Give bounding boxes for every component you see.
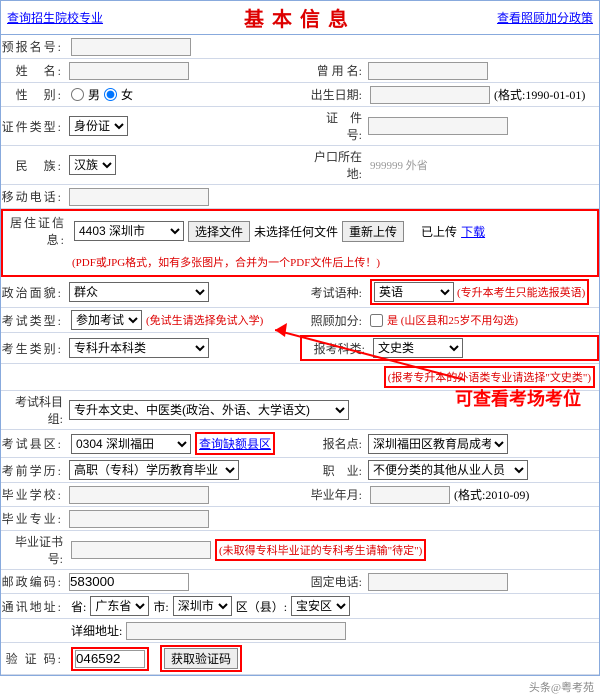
phone-label: 固定电话: — [300, 573, 368, 590]
exam-lang-select[interactable]: 英语 — [374, 282, 454, 302]
prereg-value — [71, 38, 191, 56]
city-select[interactable]: 深圳市 — [173, 596, 232, 616]
residence-city-select[interactable]: 4403 深圳市 — [74, 221, 184, 241]
lang-hint: (专升本考生只能选报英语) — [457, 284, 585, 300]
uploaded-text: 已上传 — [421, 223, 457, 240]
phone-input[interactable] — [368, 573, 508, 591]
exam-type-label: 考试类型: — [1, 312, 69, 329]
address-label: 通讯地址: — [1, 598, 69, 615]
political-label: 政治面貌: — [1, 284, 69, 301]
grad-cert-input[interactable] — [71, 541, 211, 559]
pre-edu-label: 考前学历: — [1, 462, 69, 479]
ethnic-select[interactable]: 汉族 — [69, 155, 116, 175]
query-district-link[interactable]: 查询缺额县区 — [199, 435, 271, 452]
pre-edu-select[interactable]: 高职（专科）学历教育毕业 — [69, 460, 239, 480]
captcha-label: 验 证 码: — [1, 650, 69, 667]
mobile-input[interactable] — [69, 188, 209, 206]
subject-group-select[interactable]: 专升本文史、中医类(政治、外语、大学语文) — [69, 400, 349, 420]
grad-major-input[interactable] — [69, 510, 209, 528]
page-title: 基本信息 — [103, 3, 497, 32]
exam-district-label: 考试县区: — [1, 435, 69, 452]
get-code-button[interactable]: 获取验证码 — [164, 648, 238, 669]
prereg-label: 预报名号: — [1, 38, 69, 55]
alias-input[interactable] — [368, 62, 488, 80]
footer-credit: 头条@粤考苑 — [0, 676, 600, 698]
province-select[interactable]: 广东省 — [90, 596, 149, 616]
idtype-label: 证件类型: — [1, 118, 69, 135]
postcode-label: 邮政编码: — [1, 573, 69, 590]
gender-male-radio[interactable] — [71, 88, 84, 101]
download-link[interactable]: 下载 — [461, 223, 485, 240]
gender-female-radio[interactable] — [104, 88, 117, 101]
subject-group-label: 考试科目组: — [1, 393, 69, 427]
grad-major-label: 毕业专业: — [1, 510, 69, 527]
county-select[interactable]: 宝安区 — [291, 596, 350, 616]
exam-type-select[interactable]: 参加考试 — [71, 310, 142, 330]
alias-label: 曾 用 名: — [300, 62, 368, 79]
occupation-label: 职 业: — [300, 462, 368, 479]
idno-input[interactable] — [368, 117, 508, 135]
grad-date-hint: (格式:2010-09) — [454, 486, 529, 503]
birth-label: 出生日期: — [300, 86, 368, 103]
residence-label: 居住证信息: — [4, 214, 72, 248]
grad-date-input[interactable] — [370, 486, 450, 504]
census-label: 户口所在地: — [300, 148, 368, 182]
residence-hint: (PDF或JPG格式，如有多张图片，合并为一个PDF文件后上传！) — [72, 254, 380, 270]
grad-cert-label: 毕业证书号: — [1, 533, 69, 567]
detail-addr-label: 详细地址: — [71, 622, 122, 639]
cert-hint: (未取得专科毕业证的专科考生请输"待定") — [219, 542, 422, 558]
reupload-button[interactable]: 重新上传 — [342, 221, 404, 242]
name-label: 姓 名: — [1, 62, 69, 79]
annotation-text: 可查看考场考位 — [455, 385, 581, 411]
exam-point-label: 报名点: — [300, 435, 368, 452]
select-file-button[interactable]: 选择文件 — [188, 221, 250, 242]
gender-label: 性 别: — [1, 86, 69, 103]
no-file-text: 未选择任何文件 — [254, 223, 338, 240]
male-label: 男 — [88, 86, 100, 103]
female-label: 女 — [121, 86, 133, 103]
county-label: 区（县）: — [236, 598, 287, 615]
city-label: 市: — [153, 598, 168, 615]
ethnic-label: 民 族: — [1, 157, 69, 174]
candidate-type-select[interactable]: 专科升本科类 — [69, 338, 209, 358]
idtype-select[interactable]: 身份证 — [69, 116, 128, 136]
grad-school-input[interactable] — [69, 486, 209, 504]
candidate-type-label: 考生类别: — [1, 340, 69, 357]
captcha-input[interactable] — [75, 650, 145, 668]
grad-school-label: 毕业学校: — [1, 486, 69, 503]
occupation-select[interactable]: 不便分类的其他从业人员 — [368, 460, 528, 480]
query-school-major-link[interactable]: 查询招生院校专业 — [7, 9, 103, 26]
census-value: 999999 外省 — [370, 157, 428, 173]
idno-label: 证 件 号: — [300, 109, 368, 143]
detail-addr-input[interactable] — [126, 622, 346, 640]
postcode-input[interactable] — [69, 573, 189, 591]
political-select[interactable]: 群众 — [69, 282, 209, 302]
exam-district-select[interactable]: 0304 深圳福田 — [71, 434, 191, 454]
annotation-arrow — [275, 320, 485, 400]
exam-type-hint: (免试生请选择免试入学) — [146, 312, 263, 328]
bonus-policy-link[interactable]: 查看照顾加分政策 — [497, 9, 593, 26]
exam-point-select[interactable]: 深圳福田区教育局成考 — [368, 434, 508, 454]
grad-date-label: 毕业年月: — [300, 486, 368, 503]
name-input[interactable] — [69, 62, 189, 80]
birth-hint: (格式:1990-01-01) — [494, 86, 585, 103]
province-label: 省: — [71, 598, 86, 615]
mobile-label: 移动电话: — [1, 188, 69, 205]
exam-lang-label: 考试语种: — [300, 284, 368, 301]
birth-input[interactable] — [370, 86, 490, 104]
